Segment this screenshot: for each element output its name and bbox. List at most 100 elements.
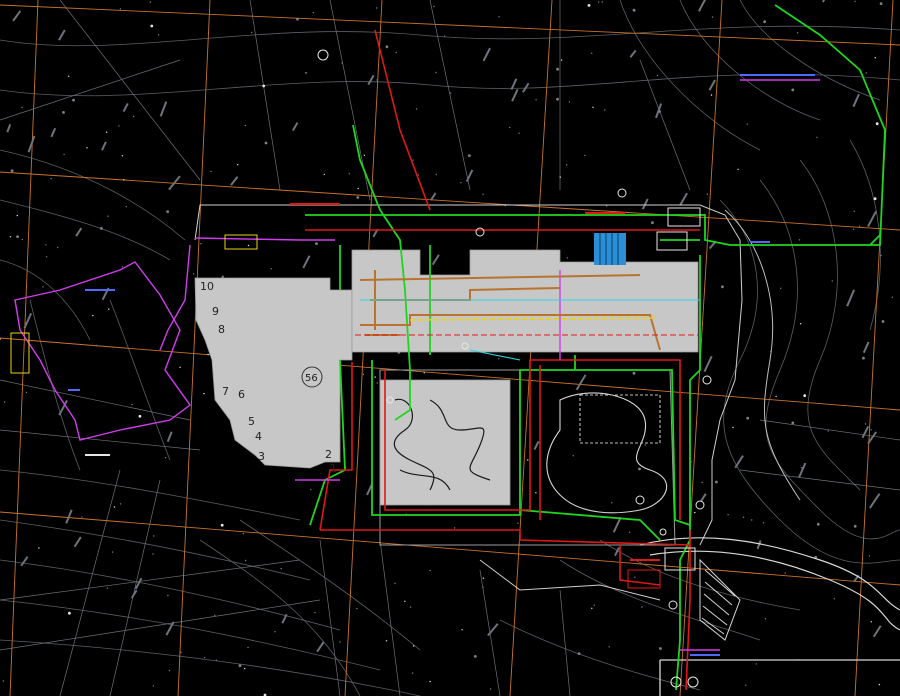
survey-dot (38, 547, 40, 549)
survey-dot (746, 123, 748, 125)
survey-dot (111, 551, 114, 553)
floor-label-9: 9 (212, 305, 219, 318)
survey-dot (742, 516, 745, 518)
survey-dot (341, 62, 343, 64)
survey-dot (780, 287, 782, 289)
survey-dot (2, 680, 5, 682)
survey-dot (411, 672, 414, 674)
survey-dot (591, 607, 593, 609)
survey-dot (348, 173, 350, 175)
survey-dot (498, 16, 500, 18)
floor-label-8: 8 (218, 323, 225, 336)
survey-dot (42, 286, 44, 288)
survey-dot (121, 266, 124, 268)
survey-dot (879, 2, 883, 5)
survey-dot (482, 577, 485, 579)
survey-dot (264, 141, 268, 145)
survey-dot (149, 1, 152, 3)
survey-dot (363, 154, 366, 157)
survey-dot (107, 215, 109, 217)
survey-dot (449, 92, 452, 94)
survey-dot (572, 455, 574, 457)
survey-dot (632, 371, 636, 375)
survey-dot (106, 587, 109, 589)
survey-dot (125, 206, 127, 208)
survey-dot (803, 394, 807, 397)
survey-dot (100, 227, 103, 230)
survey-dot (203, 656, 206, 659)
survey-dot (764, 618, 767, 620)
survey-dot (385, 45, 389, 49)
survey-dot (732, 426, 734, 429)
survey-dot (215, 659, 218, 661)
survey-dot (203, 392, 205, 395)
water-tank (594, 233, 626, 265)
survey-dot (376, 382, 378, 384)
survey-dot (404, 600, 406, 602)
survey-dot (118, 125, 120, 127)
survey-dot (870, 621, 872, 623)
survey-dot (81, 516, 83, 518)
survey-dot (816, 522, 820, 526)
survey-dot (601, 1, 603, 3)
survey-dot (706, 193, 708, 195)
survey-dot (584, 154, 586, 157)
survey-dot (592, 106, 594, 109)
survey-dot (435, 173, 437, 176)
survey-dot (775, 395, 777, 398)
survey-dot (859, 225, 861, 227)
survey-dot (113, 506, 116, 508)
survey-dot (192, 273, 195, 275)
survey-dot (862, 356, 865, 360)
survey-dot (21, 238, 23, 241)
survey-dot (305, 72, 307, 74)
survey-dot (798, 239, 801, 241)
survey-dot (560, 59, 563, 61)
survey-dot (119, 503, 122, 505)
survey-dot (727, 514, 729, 516)
survey-dot (62, 111, 65, 114)
survey-dot (763, 20, 767, 24)
survey-dot (220, 523, 224, 527)
cad-drawing-canvas[interactable]: 10 9 8 7 6 5 4 3 2 1 56 (0, 0, 900, 696)
survey-dot (9, 236, 12, 238)
survey-dot (509, 126, 511, 129)
survey-dot (314, 612, 316, 614)
survey-dot (762, 522, 765, 524)
survey-dot (25, 391, 28, 394)
survey-dot (200, 243, 202, 245)
survey-dot (108, 308, 110, 310)
survey-dot (121, 155, 124, 157)
survey-dot (870, 429, 872, 431)
survey-dot (482, 193, 484, 195)
survey-dot (659, 647, 662, 650)
survey-dot (566, 257, 569, 259)
survey-dot (784, 572, 786, 574)
survey-dot (315, 242, 318, 246)
survey-dot (57, 246, 59, 249)
survey-dot (274, 631, 276, 633)
floor-label-6: 6 (238, 388, 245, 401)
survey-dot (245, 559, 247, 562)
survey-dot (237, 164, 239, 166)
survey-dot (21, 106, 23, 109)
floor-label-4: 4 (255, 430, 262, 443)
survey-dot (3, 401, 6, 403)
survey-dot (415, 108, 418, 110)
survey-dot (873, 197, 877, 201)
survey-dot (210, 170, 212, 173)
survey-dot (799, 323, 802, 325)
floor-label-5: 5 (248, 415, 255, 428)
survey-dot (598, 1, 600, 3)
survey-dot (138, 414, 142, 418)
survey-dot (357, 187, 359, 190)
survey-dot (461, 629, 463, 631)
survey-dot (473, 655, 477, 658)
survey-dot (443, 35, 446, 37)
survey-dot (791, 88, 795, 92)
survey-dot (568, 101, 571, 103)
survey-dot (251, 31, 253, 34)
survey-dot (608, 646, 610, 648)
survey-dot (556, 67, 559, 71)
survey-dot (816, 136, 818, 138)
